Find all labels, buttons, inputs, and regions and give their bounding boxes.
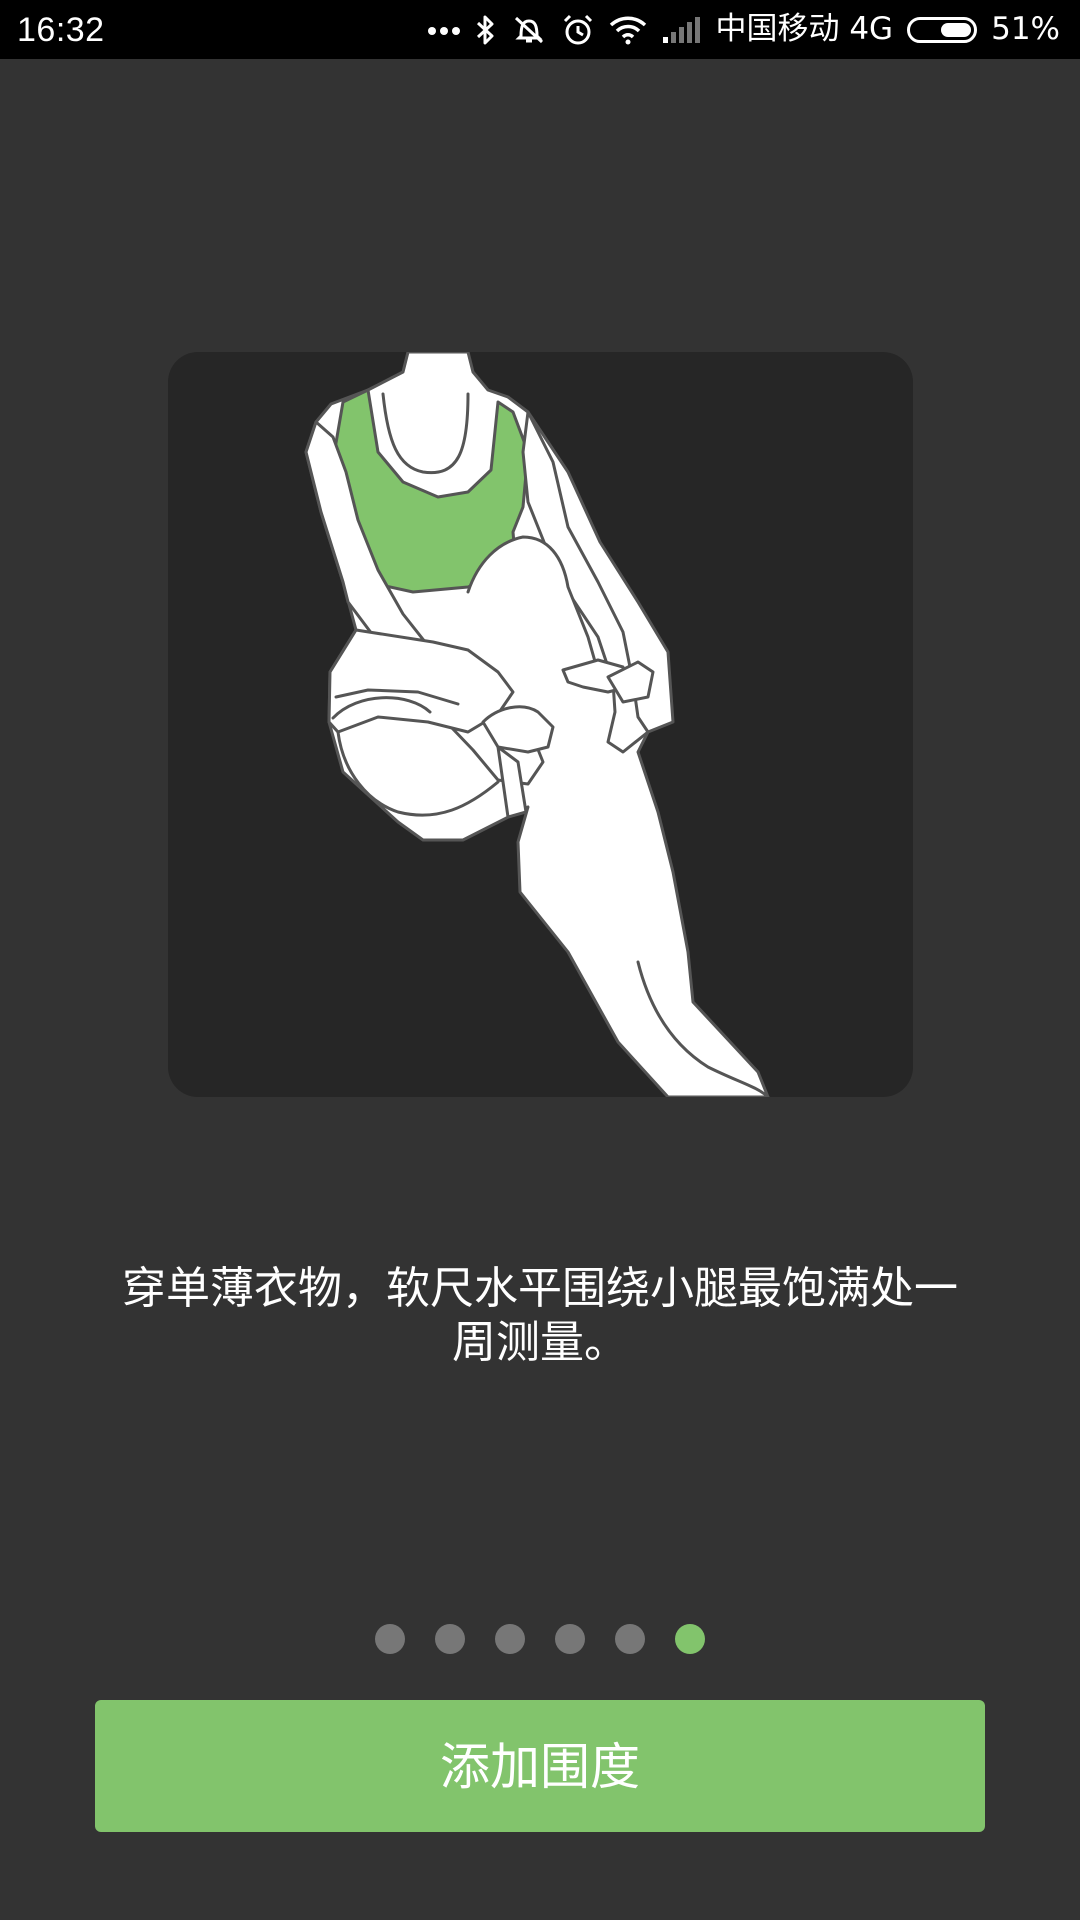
bluetooth-icon bbox=[475, 14, 497, 46]
page-dot-2[interactable] bbox=[435, 1624, 465, 1654]
add-measurement-button[interactable]: 添加围度 bbox=[95, 1700, 985, 1832]
signal-icon bbox=[661, 15, 701, 45]
page-dot-6-active[interactable] bbox=[675, 1624, 705, 1654]
page-indicator bbox=[0, 1624, 1080, 1654]
page-dot-4[interactable] bbox=[555, 1624, 585, 1654]
status-bar: 16:32 中国移动 4G 51% bbox=[0, 0, 1080, 59]
battery-level bbox=[941, 22, 972, 37]
illustration-card bbox=[168, 352, 913, 1097]
page-dot-3[interactable] bbox=[495, 1624, 525, 1654]
alarm-icon bbox=[561, 13, 595, 47]
battery-icon bbox=[907, 16, 978, 43]
status-time: 16:32 bbox=[17, 11, 105, 49]
page-dot-1[interactable] bbox=[375, 1624, 405, 1654]
page-dot-5[interactable] bbox=[615, 1624, 645, 1654]
vibrate-off-icon bbox=[511, 14, 547, 46]
wifi-icon bbox=[609, 15, 647, 45]
screen: 16:32 中国移动 4G 51% 穿单薄衣物，软尺水平围绕小腿最饱满处一周测量… bbox=[0, 0, 1080, 1920]
more-dots-icon bbox=[427, 24, 461, 36]
calf-measurement-illustration bbox=[304, 352, 770, 1097]
carrier-label: 中国移动 4G bbox=[715, 11, 894, 47]
instruction-text: 穿单薄衣物，软尺水平围绕小腿最饱满处一周测量。 bbox=[122, 1263, 958, 1368]
status-icons: 中国移动 4G 51% bbox=[427, 0, 1060, 59]
battery-percent: 51% bbox=[991, 11, 1060, 47]
